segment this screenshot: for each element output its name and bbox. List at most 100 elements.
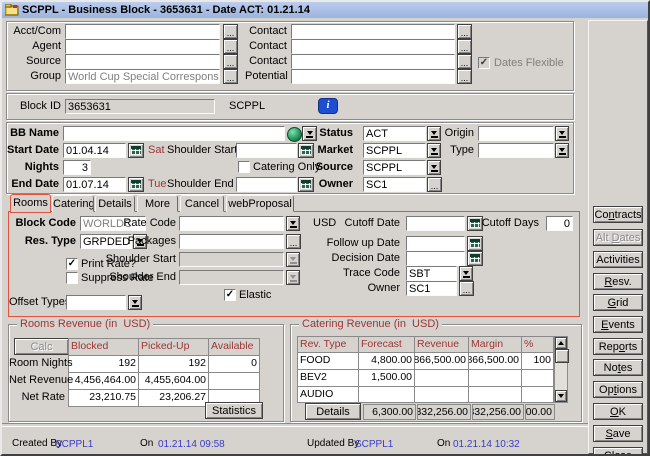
- rooms-owner-lookup-button[interactable]: [459, 281, 474, 296]
- follow-up-date-calendar-icon[interactable]: [467, 236, 483, 251]
- contact1-label: Contact: [245, 25, 287, 38]
- packages-lookup-button[interactable]: [286, 234, 301, 249]
- property-label: SCPPL: [229, 100, 279, 113]
- decision-date-calendar-icon[interactable]: [467, 251, 483, 266]
- rate-code-dropdown-button[interactable]: [286, 216, 300, 231]
- origin-label: Origin: [435, 127, 474, 140]
- start-date-field[interactable]: 01.04.14: [63, 143, 126, 158]
- suppress-rate-checkbox[interactable]: [66, 272, 78, 284]
- cell-net-revenue-available: [209, 373, 260, 390]
- notes-button[interactable]: Notes: [593, 359, 643, 376]
- app-icon: [5, 4, 19, 16]
- contact1-lookup-button[interactable]: [457, 24, 472, 39]
- cell-room-nights-picked: 192: [139, 356, 209, 373]
- reports-button[interactable]: Reports: [593, 338, 643, 355]
- type-dropdown-button[interactable]: [555, 143, 569, 158]
- updated-by-value: SCPPL1: [355, 438, 415, 451]
- activities-button[interactable]: Activities: [593, 251, 643, 268]
- decision-date-field[interactable]: [406, 251, 465, 266]
- contact3-field[interactable]: [291, 54, 455, 69]
- potential-lookup-button[interactable]: [457, 69, 472, 84]
- trace-code-field[interactable]: SBT: [406, 266, 457, 281]
- offset-types-field[interactable]: [66, 295, 126, 310]
- shoulder-start-label: Shoulder Start: [167, 144, 233, 157]
- contact2-lookup-button[interactable]: [457, 39, 472, 54]
- contracts-button[interactable]: Contracts: [593, 206, 643, 223]
- bb-source-dropdown-button[interactable]: [427, 160, 441, 175]
- catering-only-checkbox[interactable]: [238, 161, 250, 173]
- group-label: Group: [7, 70, 61, 83]
- tab-catering[interactable]: Catering: [52, 195, 94, 212]
- follow-up-date-field[interactable]: [406, 236, 465, 251]
- bb-source-field[interactable]: SCPPL: [363, 160, 426, 175]
- origin-dropdown-button[interactable]: [555, 126, 569, 141]
- source-field[interactable]: [65, 54, 220, 69]
- close-button[interactable]: Close: [593, 447, 643, 456]
- scrollbar-thumb[interactable]: [555, 349, 569, 363]
- block-id-section: Block ID 3653631 SCPPL: [6, 93, 574, 120]
- bb-owner-lookup-button[interactable]: [427, 177, 442, 192]
- details-button[interactable]: Details: [305, 403, 361, 420]
- contact2-field[interactable]: [291, 39, 455, 54]
- elastic-checkbox[interactable]: ✓: [224, 289, 236, 301]
- tab-cancel[interactable]: Cancel: [180, 195, 224, 212]
- cutoff-days-field[interactable]: 0: [546, 216, 573, 231]
- bb-name-field[interactable]: 259218: World Cup Special Corresponsals: [63, 126, 285, 141]
- origin-field[interactable]: [478, 126, 554, 141]
- account-section: Acct/Com Contact Agent Contact Source Co…: [6, 21, 574, 91]
- ok-button[interactable]: OK: [593, 403, 643, 420]
- start-date-calendar-icon[interactable]: [128, 143, 144, 158]
- title-bar[interactable]: SCPPL - Business Block - 3653631 - Date …: [2, 2, 650, 18]
- contact1-field[interactable]: [291, 24, 455, 39]
- scroll-down-button[interactable]: [555, 390, 567, 402]
- market-field[interactable]: SCPPL: [363, 143, 426, 158]
- save-button[interactable]: Save: [593, 425, 643, 442]
- scroll-up-button[interactable]: [555, 337, 567, 349]
- market-label: Market: [297, 144, 353, 157]
- bb-owner-field[interactable]: SC1: [363, 177, 426, 192]
- acct-com-field[interactable]: [65, 24, 220, 39]
- trace-code-dropdown-button[interactable]: [459, 266, 473, 281]
- tab-webproposal[interactable]: webProposal: [226, 195, 294, 212]
- rate-code-field[interactable]: [179, 216, 284, 231]
- nights-field[interactable]: 3: [63, 160, 91, 175]
- options-button[interactable]: Options: [593, 381, 643, 398]
- group-lookup-button[interactable]: [223, 69, 238, 84]
- statistics-button[interactable]: Statistics: [205, 402, 263, 419]
- offset-types-dropdown-button[interactable]: [128, 295, 142, 310]
- tab-more[interactable]: More: [137, 195, 178, 212]
- res-type-label: Res. Type: [9, 235, 76, 248]
- shoulder-end-label: Shoulder End: [167, 178, 233, 191]
- tab-rooms[interactable]: Rooms: [10, 194, 51, 213]
- acct-com-lookup-button[interactable]: [223, 24, 238, 39]
- cell-forecast: [359, 387, 415, 403]
- cell-margin: [469, 387, 522, 403]
- type-field[interactable]: [478, 143, 554, 158]
- potential-field[interactable]: [291, 69, 455, 84]
- end-date-field[interactable]: 01.07.14: [63, 177, 126, 192]
- shoulder-start-field[interactable]: [236, 143, 297, 158]
- resv-button[interactable]: Resv.: [593, 273, 643, 290]
- end-date-calendar-icon[interactable]: [128, 177, 144, 192]
- rooms-owner-field[interactable]: SC1: [406, 281, 457, 296]
- agent-field[interactable]: [65, 39, 220, 54]
- agent-lookup-button[interactable]: [223, 39, 238, 54]
- side-button-panel: Contracts Alt Dates Activities Resv. Gri…: [588, 20, 648, 454]
- cell-room-nights-blocked: 192: [69, 356, 139, 373]
- cell-margin: [469, 370, 522, 387]
- grid-button[interactable]: Grid: [593, 294, 643, 311]
- tab-details[interactable]: Details: [95, 195, 135, 212]
- print-rate-checkbox[interactable]: ✓: [66, 258, 78, 270]
- info-icon[interactable]: [318, 98, 338, 114]
- catering-table-scrollbar[interactable]: [554, 336, 568, 403]
- events-button[interactable]: Events: [593, 316, 643, 333]
- cell-pct: [522, 387, 554, 403]
- dates-flexible-checkbox[interactable]: ✓: [478, 57, 490, 69]
- packages-field[interactable]: [179, 234, 284, 249]
- cutoff-date-field[interactable]: [406, 216, 465, 231]
- contact3-lookup-button[interactable]: [457, 54, 472, 69]
- status-field[interactable]: ACT: [363, 126, 426, 141]
- type-label: Type: [435, 144, 474, 157]
- source-lookup-button[interactable]: [223, 54, 238, 69]
- shoulder-end-field[interactable]: [236, 177, 297, 192]
